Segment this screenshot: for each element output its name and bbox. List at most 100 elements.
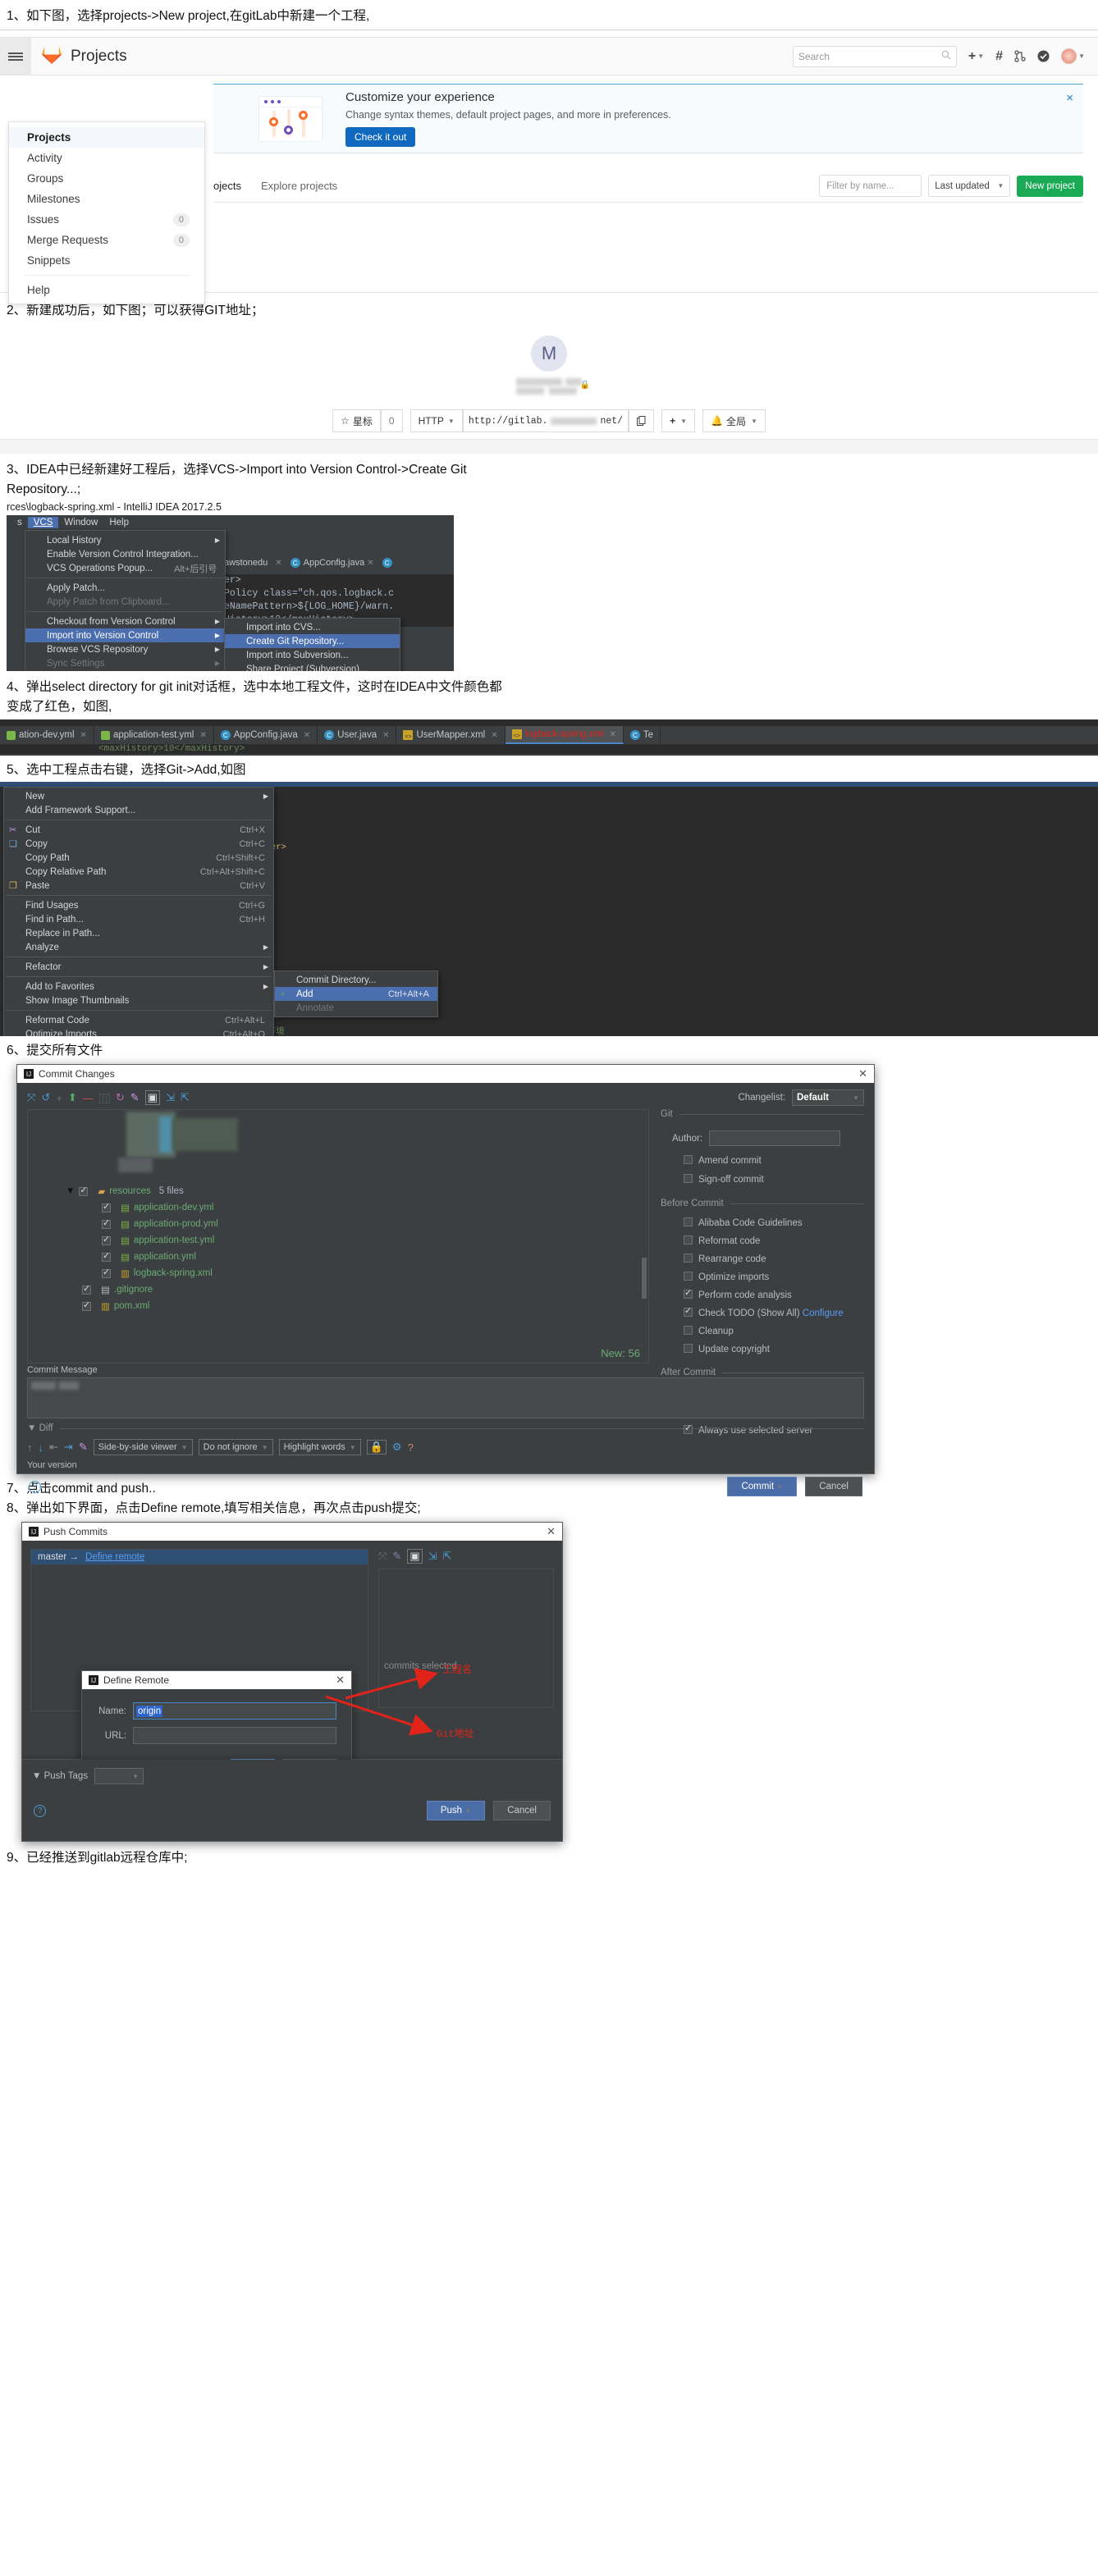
help-icon[interactable]: ? bbox=[408, 1441, 414, 1454]
commit-button[interactable]: Commit ▼ bbox=[727, 1477, 798, 1497]
filter-by-name-input[interactable]: Filter by name... bbox=[819, 175, 922, 198]
configure-link[interactable]: Configure bbox=[803, 1309, 844, 1318]
checkbox[interactable] bbox=[684, 1423, 693, 1435]
todos-check-icon[interactable] bbox=[1037, 50, 1050, 62]
context-item-copy-relative-path[interactable]: Copy Relative Path Ctrl+Alt+Shift+C bbox=[4, 865, 273, 879]
close-icon[interactable]: ✕ bbox=[275, 559, 281, 568]
option-cleanup[interactable]: Cleanup bbox=[684, 1326, 864, 1336]
add-icon[interactable]: + bbox=[56, 1092, 62, 1104]
checkbox[interactable] bbox=[684, 1155, 693, 1165]
collapse-all-icon[interactable]: ⇱ bbox=[181, 1091, 190, 1104]
tree-row-file[interactable]: ▥pom.xml bbox=[82, 1299, 476, 1312]
url-input[interactable] bbox=[133, 1727, 336, 1745]
checkbox[interactable] bbox=[684, 1254, 693, 1263]
diff-highlight-select[interactable]: Highlight words ▼ bbox=[278, 1439, 361, 1456]
context-item-analyze[interactable]: Analyze ▶ bbox=[4, 940, 273, 954]
prev-diff-icon[interactable]: ↑ bbox=[27, 1441, 33, 1454]
push-branch-row[interactable]: master → Define remote bbox=[31, 1550, 368, 1565]
sidebar-item-issues[interactable]: Issues 0 bbox=[9, 209, 204, 230]
sidebar-item-groups[interactable]: Groups bbox=[9, 168, 204, 189]
close-icon[interactable]: ✕ bbox=[858, 1067, 867, 1080]
context-item-optimize-imports[interactable]: Optimize Imports Ctrl+Alt+O bbox=[4, 1027, 273, 1037]
next-diff-icon[interactable]: ↓ bbox=[39, 1441, 44, 1454]
context-item-find-in-path[interactable]: Find in Path... Ctrl+H bbox=[4, 912, 273, 926]
close-icon[interactable]: × bbox=[1066, 91, 1073, 105]
user-avatar[interactable]: ▼ bbox=[1061, 48, 1085, 65]
context-item-cut[interactable]: ✂ Cut Ctrl+X bbox=[4, 823, 273, 837]
editor-tab[interactable]: <> UserMapper.xml ✕ bbox=[396, 726, 506, 745]
plus-icon[interactable]: + ▼ bbox=[968, 49, 984, 64]
menu-item-enable-vcs[interactable]: Enable Version Control Integration... bbox=[25, 547, 225, 561]
menu-item-import-into-vcs[interactable]: Import into Version Control ▶ bbox=[25, 628, 225, 643]
gear-icon[interactable]: ⚙ bbox=[392, 1441, 402, 1454]
push-tags-select[interactable]: ▼ bbox=[94, 1768, 144, 1785]
tree-row-resources[interactable]: ▼ ▰ resources 5 files bbox=[66, 1185, 476, 1198]
merge-request-icon[interactable] bbox=[1014, 50, 1026, 62]
push-tags-label[interactable]: ▼ Push Tags bbox=[32, 1771, 88, 1781]
help-icon[interactable]: ? bbox=[29, 1480, 41, 1493]
add-to-project-button[interactable]: + ▼ bbox=[661, 409, 695, 433]
option-optimize-imports[interactable]: Optimize imports bbox=[684, 1272, 864, 1282]
author-field[interactable] bbox=[709, 1130, 841, 1147]
clone-url-field[interactable]: http://gitlab. net/ bbox=[462, 409, 629, 433]
amend-commit-row[interactable]: Amend commit bbox=[684, 1155, 864, 1166]
context-item-reformat-code[interactable]: Reformat Code Ctrl+Alt+L bbox=[4, 1013, 273, 1027]
menu-item-apply-patch[interactable]: Apply Patch... bbox=[25, 581, 225, 595]
menubar-item-partial[interactable]: s bbox=[11, 517, 28, 528]
cancel-button[interactable]: Cancel bbox=[805, 1477, 862, 1497]
close-icon[interactable]: ✕ bbox=[199, 731, 206, 740]
star-button[interactable]: ☆ 星标 bbox=[332, 409, 381, 433]
expand-all-icon[interactable]: ⇲ bbox=[166, 1091, 175, 1104]
close-icon[interactable]: ✕ bbox=[547, 1525, 556, 1538]
context-item-add-framework-support[interactable]: Add Framework Support... bbox=[4, 803, 273, 817]
editor-tab-active[interactable]: <> logback-spring.xml ✕ bbox=[505, 726, 624, 745]
cancel-button[interactable]: Cancel bbox=[493, 1801, 551, 1821]
close-icon[interactable]: ✕ bbox=[367, 559, 373, 568]
submenu-item-import-cvs[interactable]: Import into CVS... bbox=[225, 620, 400, 634]
search-input[interactable]: Search bbox=[792, 45, 957, 67]
name-input[interactable]: origin bbox=[133, 1702, 336, 1720]
tree-row-file[interactable]: ▤application-prod.yml bbox=[102, 1217, 476, 1230]
sort-select[interactable]: Last updated ▼ bbox=[928, 175, 1011, 198]
context-item-show-image-thumbnails[interactable]: Show Image Thumbnails bbox=[4, 993, 273, 1007]
new-project-button[interactable]: New project bbox=[1017, 175, 1083, 197]
editor-tab-label[interactable]: awstonedu bbox=[224, 558, 268, 568]
close-icon[interactable]: ✕ bbox=[491, 731, 497, 740]
show-diff-icon[interactable]: ▣ bbox=[144, 1090, 160, 1106]
sidebar-item-snippets[interactable]: Snippets bbox=[9, 250, 204, 271]
show-diff-icon[interactable]: ▣ bbox=[407, 1549, 423, 1564]
checkbox[interactable] bbox=[684, 1235, 693, 1245]
checkbox[interactable] bbox=[82, 1283, 91, 1295]
tree-row-file[interactable]: ▥logback-spring.xml bbox=[102, 1267, 476, 1279]
option-perform-code-analysis[interactable]: Perform code analysis bbox=[684, 1287, 864, 1300]
expand-all-icon[interactable]: ⇲ bbox=[428, 1550, 437, 1563]
submenu-item-share-project-svn[interactable]: Share Project (Subversion)... bbox=[225, 662, 400, 672]
context-item-find-usages[interactable]: Find Usages Ctrl+G bbox=[4, 898, 273, 912]
refresh-icon[interactable]: ⤧ bbox=[378, 1550, 387, 1563]
submenu-item-import-subversion[interactable]: Import into Subversion... bbox=[225, 648, 400, 662]
revert-change-icon[interactable]: ⇤ bbox=[49, 1441, 58, 1454]
commit-message-input[interactable] bbox=[27, 1377, 864, 1419]
menu-item-vcs-operations[interactable]: VCS Operations Popup... Alt+后引号 bbox=[25, 561, 225, 575]
sidebar-item-help[interactable]: Help bbox=[9, 280, 204, 300]
sidebar-item-milestones[interactable]: Milestones bbox=[9, 189, 204, 209]
sidebar-item-activity[interactable]: Activity bbox=[9, 148, 204, 168]
option-always-use-server[interactable]: Always use selected server bbox=[684, 1423, 864, 1436]
clone-protocol-select[interactable]: HTTP ▼ bbox=[409, 409, 463, 433]
context-item-replace-in-path[interactable]: Replace in Path... bbox=[4, 926, 273, 940]
menubar-item-window[interactable]: Window bbox=[58, 517, 103, 528]
editor-tab[interactable]: C AppConfig.java ✕ bbox=[214, 726, 318, 745]
menu-item-checkout-from-vcs[interactable]: Checkout from Version Control ▶ bbox=[25, 614, 225, 628]
move-to-changelist-icon[interactable]: ⬆ bbox=[68, 1091, 77, 1104]
apply-change-icon[interactable]: ⇥ bbox=[64, 1441, 73, 1454]
define-remote-link[interactable]: Define remote bbox=[85, 1552, 144, 1562]
context-item-add-to-favorites[interactable]: Add to Favorites ▶ bbox=[4, 980, 273, 993]
context-item-refactor[interactable]: Refactor ▶ bbox=[4, 960, 273, 974]
checkbox[interactable] bbox=[102, 1234, 111, 1245]
git-submenu-item-add[interactable]: + Add Ctrl+Alt+A bbox=[275, 987, 437, 1002]
checkbox[interactable] bbox=[684, 1326, 693, 1336]
checkbox[interactable] bbox=[102, 1250, 111, 1262]
delete-icon[interactable]: — bbox=[83, 1092, 94, 1104]
tree-row-file[interactable]: ▤application-dev.yml bbox=[102, 1201, 476, 1213]
diff-ignore-select[interactable]: Do not ignore ▼ bbox=[198, 1439, 273, 1456]
